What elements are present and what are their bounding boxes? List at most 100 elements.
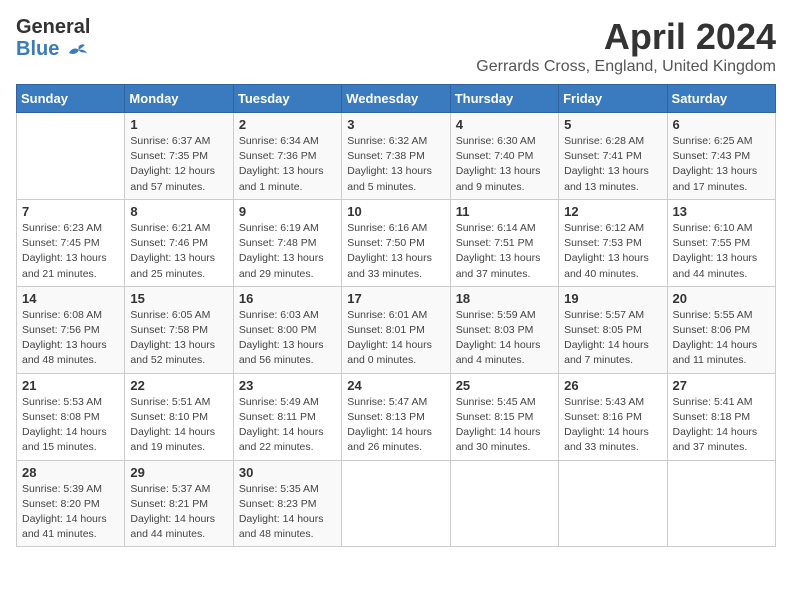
day-info: Sunrise: 5:37 AM Sunset: 8:21 PM Dayligh… [130,482,227,543]
calendar-cell: 28 Sunrise: 5:39 AM Sunset: 8:20 PM Dayli… [17,460,125,547]
calendar-cell: 9 Sunrise: 6:19 AM Sunset: 7:48 PM Daylig… [233,199,341,286]
calendar-cell: 6 Sunrise: 6:25 AM Sunset: 7:43 PM Daylig… [667,113,775,200]
day-info: Sunrise: 5:45 AM Sunset: 8:15 PM Dayligh… [456,395,553,456]
calendar-cell: 25 Sunrise: 5:45 AM Sunset: 8:15 PM Dayli… [450,373,558,460]
calendar-cell: 26 Sunrise: 5:43 AM Sunset: 8:16 PM Dayli… [559,373,667,460]
day-number: 26 [564,378,661,393]
calendar-cell: 11 Sunrise: 6:14 AM Sunset: 7:51 PM Dayli… [450,199,558,286]
day-number: 12 [564,204,661,219]
day-info: Sunrise: 6:03 AM Sunset: 8:00 PM Dayligh… [239,308,336,369]
calendar-cell: 4 Sunrise: 6:30 AM Sunset: 7:40 PM Daylig… [450,113,558,200]
day-number: 19 [564,291,661,306]
day-number: 16 [239,291,336,306]
day-number: 1 [130,117,227,132]
day-number: 3 [347,117,444,132]
day-number: 2 [239,117,336,132]
day-info: Sunrise: 5:55 AM Sunset: 8:06 PM Dayligh… [673,308,770,369]
calendar-cell: 21 Sunrise: 5:53 AM Sunset: 8:08 PM Dayli… [17,373,125,460]
calendar-cell: 7Sunrise: 6:23 AM Sunset: 7:45 PM Daylig… [17,199,125,286]
calendar-cell: 15 Sunrise: 6:05 AM Sunset: 7:58 PM Dayli… [125,286,233,373]
day-number: 17 [347,291,444,306]
day-info: Sunrise: 6:16 AM Sunset: 7:50 PM Dayligh… [347,221,444,282]
day-info: Sunrise: 6:05 AM Sunset: 7:58 PM Dayligh… [130,308,227,369]
calendar-cell: 19 Sunrise: 5:57 AM Sunset: 8:05 PM Dayli… [559,286,667,373]
day-number: 22 [130,378,227,393]
day-info: Sunrise: 6:14 AM Sunset: 7:51 PM Dayligh… [456,221,553,282]
calendar-cell: 23Sunrise: 5:49 AM Sunset: 8:11 PM Dayli… [233,373,341,460]
day-number: 6 [673,117,770,132]
day-number: 14 [22,291,119,306]
calendar-cell: 27Sunrise: 5:41 AM Sunset: 8:18 PM Dayli… [667,373,775,460]
day-info: Sunrise: 6:01 AM Sunset: 8:01 PM Dayligh… [347,308,444,369]
day-info: Sunrise: 6:25 AM Sunset: 7:43 PM Dayligh… [673,134,770,195]
day-info: Sunrise: 5:47 AM Sunset: 8:13 PM Dayligh… [347,395,444,456]
day-info: Sunrise: 5:51 AM Sunset: 8:10 PM Dayligh… [130,395,227,456]
day-number: 15 [130,291,227,306]
day-info: Sunrise: 6:08 AM Sunset: 7:56 PM Dayligh… [22,308,119,369]
weekday-header-monday: Monday [125,85,233,113]
day-number: 13 [673,204,770,219]
day-number: 4 [456,117,553,132]
title-block: April 2024 Gerrards Cross, England, Unit… [476,16,776,76]
day-number: 10 [347,204,444,219]
day-info: Sunrise: 6:30 AM Sunset: 7:40 PM Dayligh… [456,134,553,195]
day-info: Sunrise: 6:37 AM Sunset: 7:35 PM Dayligh… [130,134,227,195]
calendar-cell: 3 Sunrise: 6:32 AM Sunset: 7:38 PM Daylig… [342,113,450,200]
calendar-cell [342,460,450,547]
day-number: 21 [22,378,119,393]
day-number: 9 [239,204,336,219]
day-number: 28 [22,465,119,480]
weekday-header-row: SundayMondayTuesdayWednesdayThursdayFrid… [17,85,776,113]
day-info: Sunrise: 5:57 AM Sunset: 8:05 PM Dayligh… [564,308,661,369]
calendar-week-row: 7Sunrise: 6:23 AM Sunset: 7:45 PM Daylig… [17,199,776,286]
calendar-cell: 16 Sunrise: 6:03 AM Sunset: 8:00 PM Dayli… [233,286,341,373]
day-info: Sunrise: 6:32 AM Sunset: 7:38 PM Dayligh… [347,134,444,195]
calendar-cell: 8Sunrise: 6:21 AM Sunset: 7:46 PM Daylig… [125,199,233,286]
location-title: Gerrards Cross, England, United Kingdom [476,58,776,76]
calendar-cell: 1 Sunrise: 6:37 AM Sunset: 7:35 PM Daylig… [125,113,233,200]
calendar-cell: 13Sunrise: 6:10 AM Sunset: 7:55 PM Dayli… [667,199,775,286]
calendar-cell [667,460,775,547]
calendar-cell: 22 Sunrise: 5:51 AM Sunset: 8:10 PM Dayli… [125,373,233,460]
header: General Blue April 2024 Gerrards Cross, … [16,16,776,76]
day-number: 24 [347,378,444,393]
day-number: 11 [456,204,553,219]
day-info: Sunrise: 6:34 AM Sunset: 7:36 PM Dayligh… [239,134,336,195]
calendar-cell: 2 Sunrise: 6:34 AM Sunset: 7:36 PM Daylig… [233,113,341,200]
day-number: 5 [564,117,661,132]
day-info: Sunrise: 6:19 AM Sunset: 7:48 PM Dayligh… [239,221,336,282]
calendar-table: SundayMondayTuesdayWednesdayThursdayFrid… [16,84,776,547]
day-info: Sunrise: 5:35 AM Sunset: 8:23 PM Dayligh… [239,482,336,543]
day-number: 20 [673,291,770,306]
day-info: Sunrise: 6:28 AM Sunset: 7:41 PM Dayligh… [564,134,661,195]
calendar-cell: 5 Sunrise: 6:28 AM Sunset: 7:41 PM Daylig… [559,113,667,200]
calendar-week-row: 21 Sunrise: 5:53 AM Sunset: 8:08 PM Dayli… [17,373,776,460]
logo-general: General [16,16,90,38]
calendar-week-row: 1 Sunrise: 6:37 AM Sunset: 7:35 PM Daylig… [17,113,776,200]
calendar-week-row: 28 Sunrise: 5:39 AM Sunset: 8:20 PM Dayli… [17,460,776,547]
day-number: 7 [22,204,119,219]
weekday-header-tuesday: Tuesday [233,85,341,113]
weekday-header-sunday: Sunday [17,85,125,113]
calendar-cell: 24 Sunrise: 5:47 AM Sunset: 8:13 PM Dayli… [342,373,450,460]
bird-icon [67,41,89,59]
calendar-cell: 14 Sunrise: 6:08 AM Sunset: 7:56 PM Dayli… [17,286,125,373]
calendar-cell [559,460,667,547]
calendar-cell: 18Sunrise: 5:59 AM Sunset: 8:03 PM Dayli… [450,286,558,373]
calendar-cell: 17 Sunrise: 6:01 AM Sunset: 8:01 PM Dayli… [342,286,450,373]
logo: General Blue [16,16,90,60]
day-info: Sunrise: 5:39 AM Sunset: 8:20 PM Dayligh… [22,482,119,543]
weekday-header-thursday: Thursday [450,85,558,113]
calendar-cell: 12Sunrise: 6:12 AM Sunset: 7:53 PM Dayli… [559,199,667,286]
calendar-cell [17,113,125,200]
calendar-cell: 20 Sunrise: 5:55 AM Sunset: 8:06 PM Dayli… [667,286,775,373]
day-number: 8 [130,204,227,219]
day-number: 30 [239,465,336,480]
calendar-cell: 10 Sunrise: 6:16 AM Sunset: 7:50 PM Dayli… [342,199,450,286]
day-info: Sunrise: 5:53 AM Sunset: 8:08 PM Dayligh… [22,395,119,456]
calendar-cell: 30 Sunrise: 5:35 AM Sunset: 8:23 PM Dayli… [233,460,341,547]
logo-blue: Blue [16,38,59,60]
day-info: Sunrise: 5:43 AM Sunset: 8:16 PM Dayligh… [564,395,661,456]
day-number: 25 [456,378,553,393]
calendar-cell [450,460,558,547]
